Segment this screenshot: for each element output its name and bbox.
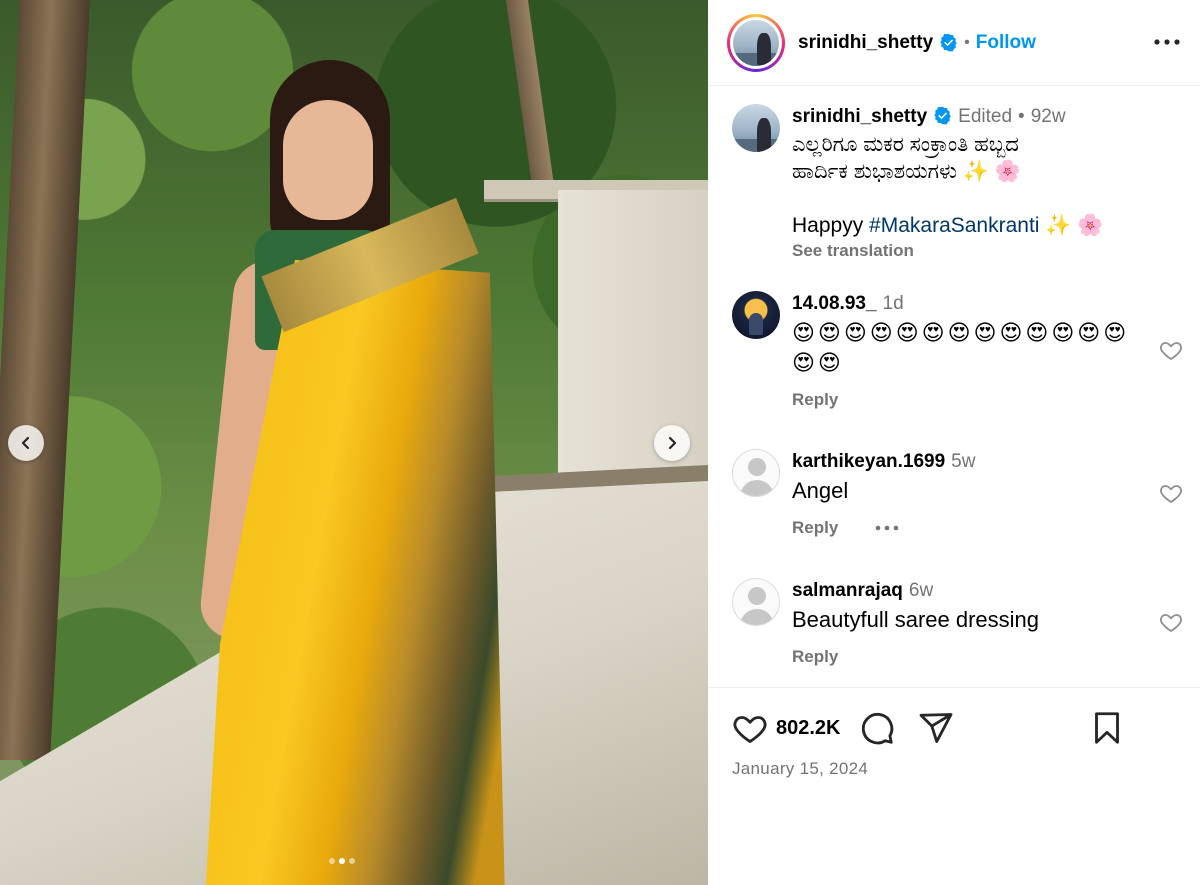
heart-icon[interactable] (1158, 338, 1184, 362)
follow-button[interactable]: Follow (976, 32, 1036, 54)
comment-username[interactable]: karthikeyan.1699 (792, 451, 945, 472)
more-horizontal-icon (875, 525, 899, 531)
caption-time[interactable]: 92w (1031, 106, 1066, 127)
chevron-left-icon (21, 436, 30, 450)
comment-text: 😍😍😍😍😍😍😍😍😍😍😍😍😍😍😍 (792, 320, 1130, 375)
verified-badge-icon (934, 106, 951, 125)
caption-edited: Edited (958, 106, 1013, 127)
carousel-prev-button[interactable] (8, 425, 44, 461)
comment-avatar[interactable] (732, 578, 780, 626)
avatar (733, 19, 779, 66)
default-avatar-icon (732, 578, 780, 626)
reply-button[interactable]: Reply (792, 390, 838, 410)
heart-icon[interactable] (1158, 610, 1184, 634)
photo-person (195, 60, 525, 885)
caption-line-1: ಎಲ್ಲರಿಗೂ ಮಕರ ಸಂಕ್ರಾಂತಿ ಹಬ್ಬದ (792, 133, 1019, 156)
verified-badge-icon (940, 33, 957, 52)
avatar (732, 104, 780, 152)
comment-text: Angel (792, 478, 849, 503)
comment-avatar[interactable] (732, 291, 780, 339)
caption-separator: • (1018, 106, 1025, 127)
post-photo[interactable] (0, 0, 708, 885)
carousel-dot (329, 858, 335, 864)
comment-time[interactable]: 6w (909, 580, 933, 601)
carousel-dots (329, 858, 355, 864)
reply-button[interactable]: Reply (792, 647, 838, 667)
likes-count[interactable]: 802.2K (776, 717, 841, 740)
comment-text: Beautyfull saree dressing (792, 607, 1040, 632)
comment-avatar[interactable] (732, 449, 780, 497)
comment-time[interactable]: 1d (883, 293, 904, 314)
caption-happy-text: Happyy (792, 214, 870, 237)
more-options-button[interactable] (1152, 30, 1182, 54)
carousel-dot-active (339, 858, 345, 864)
post-header: srinidhi_shetty • Follow (708, 0, 1200, 86)
instagram-post-modal: srinidhi_shetty • Follow srinidhi_shetty… (0, 0, 1200, 885)
header-separator: • (964, 33, 970, 51)
caption-avatar[interactable] (732, 104, 780, 152)
like-button[interactable] (732, 710, 768, 746)
see-translation-link[interactable]: See translation (792, 241, 1172, 261)
comment-time[interactable]: 5w (951, 451, 975, 472)
save-button[interactable] (1089, 710, 1125, 746)
comment-username[interactable]: 14.08.93_ (792, 293, 877, 314)
carousel-next-button[interactable] (654, 425, 690, 461)
comments-list[interactable]: srinidhi_shetty Edited • 92w ಎಲ್ಲರಿಗೂ ಮಕರ ಸ… (708, 87, 1200, 687)
default-avatar-icon (732, 449, 780, 497)
comment-button[interactable] (859, 710, 895, 746)
caption-hashtag[interactable]: #MakaraSankranti (869, 214, 1039, 237)
post-date[interactable]: January 15, 2024 (732, 759, 868, 779)
reply-button[interactable]: Reply (792, 518, 838, 538)
share-button[interactable] (918, 710, 954, 746)
post-side-panel: srinidhi_shetty • Follow srinidhi_shetty… (708, 0, 1200, 885)
comment-username[interactable]: salmanrajaq (792, 580, 903, 601)
heart-icon[interactable] (1158, 481, 1184, 505)
post-actions: 802.2K January 15, 2024 (708, 687, 1200, 885)
more-horizontal-icon (1154, 39, 1180, 45)
caption-emoji: ✨ 🌸 (1039, 214, 1104, 237)
header-username[interactable]: srinidhi_shetty (798, 32, 933, 54)
carousel-dot (349, 858, 355, 864)
caption-line-2: ಹಾರ್ದಿಕ ಶುಭಾಶಯಗಳು ✨ 🌸 (792, 160, 1022, 183)
comment-more-button[interactable] (874, 518, 900, 538)
caption-line-3: Happyy #MakaraSankranti ✨ 🌸 (792, 212, 1172, 239)
caption-username[interactable]: srinidhi_shetty (792, 106, 927, 127)
story-ring[interactable] (727, 13, 785, 72)
chevron-right-icon (668, 436, 677, 450)
photo-face (283, 100, 373, 220)
avatar (732, 291, 780, 339)
